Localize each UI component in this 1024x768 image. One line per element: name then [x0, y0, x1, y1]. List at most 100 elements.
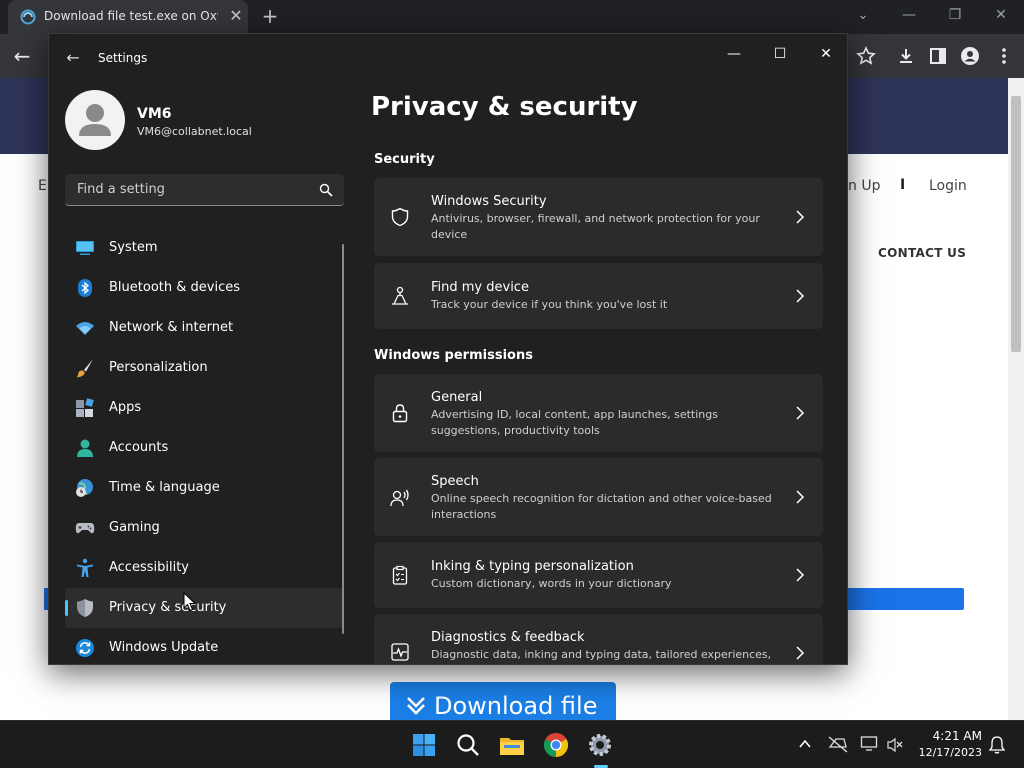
avatar[interactable]: [65, 90, 125, 150]
browser-close-button[interactable]: ✕: [986, 4, 1016, 26]
search-icon[interactable]: [454, 731, 482, 759]
browser-tab-bar: Download file test.exe on Oxy.Cl ✕ + ⌄ —…: [0, 0, 1024, 34]
bluetooth-icon: [78, 279, 92, 297]
card-diagnostics-feedback[interactable]: Diagnostics & feedback Diagnostic data, …: [374, 614, 823, 664]
chevron-right-icon: [796, 289, 805, 303]
accessibility-icon: [77, 558, 93, 577]
card-title: Find my device: [431, 280, 529, 295]
nav-item-bluetooth[interactable]: Bluetooth & devices: [65, 268, 343, 308]
update-icon: [76, 639, 94, 657]
browser-menu-icon[interactable]: [994, 46, 1014, 66]
nav-item-apps[interactable]: Apps: [65, 388, 343, 428]
nav-label: Windows Update: [109, 640, 219, 655]
card-inking-typing[interactable]: Inking & typing personalization Custom d…: [374, 542, 823, 608]
settings-close-button[interactable]: ✕: [803, 40, 847, 68]
site-nav-partial[interactable]: E: [38, 178, 47, 194]
chevron-right-icon: [796, 210, 805, 224]
nav-item-windows-update[interactable]: Windows Update: [65, 628, 343, 664]
browser-tab[interactable]: Download file test.exe on Oxy.Cl ✕: [8, 0, 248, 34]
progress-bar: [846, 588, 964, 610]
gamepad-icon: [75, 523, 95, 534]
page-title: Privacy & security: [371, 92, 638, 122]
settings-search-input[interactable]: [75, 174, 305, 204]
profile-icon[interactable]: [960, 46, 980, 66]
nav-label: Personalization: [109, 360, 208, 375]
browser-restore-button[interactable]: ❐: [940, 4, 970, 26]
new-tab-button[interactable]: +: [258, 5, 282, 29]
settings-maximize-button[interactable]: ☐: [757, 40, 803, 68]
chevron-right-icon: [796, 490, 805, 504]
nav-item-accounts[interactable]: Accounts: [65, 428, 343, 468]
card-speech[interactable]: Speech Online speech recognition for dic…: [374, 458, 823, 536]
card-description: Online speech recognition for dictation …: [431, 492, 772, 521]
file-explorer-icon[interactable]: [498, 731, 526, 759]
nav-item-accessibility[interactable]: Accessibility: [65, 548, 343, 588]
display-icon[interactable]: [860, 735, 880, 753]
user-avatar-icon: [79, 104, 111, 136]
nav-item-network[interactable]: Network & internet: [65, 308, 343, 348]
nav-item-time-language[interactable]: Time & language: [65, 468, 343, 508]
download-icon[interactable]: [896, 46, 916, 66]
nav-label: Accounts: [109, 440, 169, 455]
contact-us-link[interactable]: CONTACT US: [878, 246, 966, 260]
nav-label: Apps: [109, 400, 142, 415]
search-icon[interactable]: [319, 183, 333, 197]
bookmark-star-icon[interactable]: [856, 46, 876, 66]
settings-gear-icon[interactable]: [586, 731, 614, 759]
section-heading-permissions: Windows permissions: [374, 348, 533, 363]
card-description: Custom dictionary, words in your diction…: [431, 577, 672, 590]
paintbrush-icon: [76, 359, 93, 378]
mouse-cursor-icon: [183, 592, 197, 612]
tab-search-icon[interactable]: ⌄: [848, 4, 878, 26]
browser-minimize-button[interactable]: —: [894, 4, 924, 26]
page-scrollbar[interactable]: [1008, 78, 1024, 720]
login-link[interactable]: Login: [929, 178, 967, 194]
sign-up-link[interactable]: n Up: [848, 178, 880, 194]
settings-back-button[interactable]: ←: [63, 48, 83, 68]
chevron-up-icon[interactable]: [798, 738, 812, 750]
volume-muted-icon[interactable]: [886, 737, 904, 753]
nav-item-personalization[interactable]: Personalization: [65, 348, 343, 388]
nav-scrollbar[interactable]: [342, 244, 344, 634]
network-disconnected-icon[interactable]: [828, 735, 848, 753]
settings-minimize-button[interactable]: —: [711, 40, 757, 68]
card-description: Diagnostic data, inking and typing data,…: [431, 648, 772, 661]
clipboard-icon: [392, 565, 408, 585]
taskbar-clock-date[interactable]: 12/17/2023: [912, 746, 982, 759]
shield-icon: [391, 207, 409, 227]
apps-icon: [76, 398, 94, 417]
nav-item-privacy-security[interactable]: Privacy & security: [65, 588, 343, 628]
settings-search-box[interactable]: [65, 174, 344, 206]
nav-separator: I: [900, 177, 906, 193]
chevron-right-icon: [796, 646, 805, 660]
site-favicon-icon: [20, 9, 36, 25]
card-title: Speech: [431, 474, 479, 489]
wifi-icon: [76, 322, 94, 335]
nav-item-gaming[interactable]: Gaming: [65, 508, 343, 548]
side-panel-icon[interactable]: [928, 46, 948, 66]
chevron-right-icon: [796, 406, 805, 420]
nav-label: Gaming: [109, 520, 160, 535]
pulse-icon: [391, 643, 409, 661]
nav-item-system[interactable]: System: [65, 228, 343, 268]
lock-icon: [392, 404, 408, 423]
card-find-my-device[interactable]: Find my device Track your device if you …: [374, 263, 823, 329]
card-general[interactable]: General Advertising ID, local content, a…: [374, 374, 823, 452]
shield-icon: [77, 599, 93, 617]
nav-label: Time & language: [109, 480, 220, 495]
settings-nav: System Bluetooth & devices Network & int…: [65, 228, 343, 664]
tab-close-icon[interactable]: ✕: [226, 6, 246, 26]
nav-label: Network & internet: [109, 320, 234, 335]
taskbar: 4:21 AM 12/17/2023: [0, 720, 1024, 768]
card-title: Diagnostics & feedback: [431, 630, 585, 645]
browser-back-button[interactable]: ←: [10, 44, 34, 68]
scrollbar-thumb[interactable]: [1011, 96, 1021, 352]
notification-bell-icon[interactable]: [988, 735, 1006, 755]
windows-start-icon[interactable]: [410, 731, 438, 759]
card-windows-security[interactable]: Windows Security Antivirus, browser, fir…: [374, 178, 823, 256]
chrome-icon[interactable]: [542, 731, 570, 759]
card-title: General: [431, 390, 483, 405]
tab-title: Download file test.exe on Oxy.Cl: [44, 9, 218, 23]
nav-label: Privacy & security: [109, 600, 227, 615]
taskbar-clock-time[interactable]: 4:21 AM: [928, 729, 982, 743]
